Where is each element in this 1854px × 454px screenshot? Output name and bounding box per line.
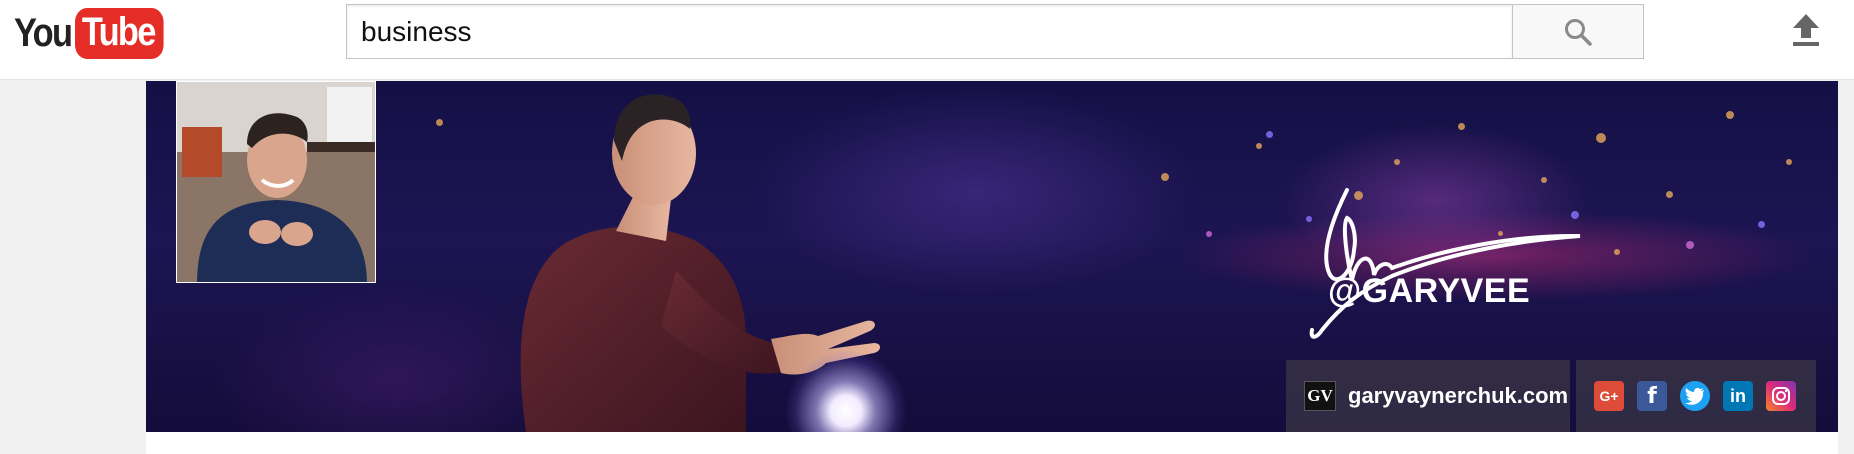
signature-logo bbox=[1309, 188, 1581, 339]
upload-icon bbox=[1793, 14, 1819, 46]
masthead: You Tube bbox=[0, 0, 1854, 80]
logo-you-text: You bbox=[14, 10, 73, 55]
twitter-bird-glyph bbox=[1685, 388, 1704, 405]
search-button[interactable] bbox=[1512, 4, 1644, 59]
youtube-logo[interactable]: You Tube bbox=[14, 4, 177, 62]
bokeh-light bbox=[1256, 143, 1262, 149]
bokeh-light bbox=[1758, 221, 1765, 228]
instagram-icon[interactable] bbox=[1766, 381, 1796, 411]
search-icon bbox=[1565, 18, 1592, 46]
bokeh-light bbox=[1666, 191, 1673, 198]
upload-button[interactable] bbox=[1786, 10, 1826, 50]
website-link[interactable]: GV garyvaynerchuk.com bbox=[1286, 360, 1570, 432]
social-links: G+ f in bbox=[1576, 360, 1816, 432]
facebook-glyph: f bbox=[1647, 383, 1657, 409]
bokeh-light bbox=[1596, 133, 1606, 143]
channel-content-area bbox=[146, 432, 1838, 454]
bokeh-light bbox=[1614, 249, 1620, 255]
instagram-camera-glyph bbox=[1772, 387, 1790, 405]
website-link-label: garyvaynerchuk.com bbox=[1348, 383, 1569, 408]
bokeh-light bbox=[436, 119, 443, 126]
linkedin-glyph: in bbox=[1730, 385, 1746, 406]
google-plus-glyph: G+ bbox=[1599, 388, 1619, 404]
gv-logo-icon: GV bbox=[1304, 381, 1336, 411]
bokeh-light bbox=[1266, 131, 1273, 138]
bokeh-light bbox=[1394, 159, 1400, 165]
bokeh-light bbox=[1161, 173, 1169, 181]
channel-handle: @GARYVEE bbox=[1328, 272, 1531, 310]
bokeh-light bbox=[1786, 159, 1792, 165]
bokeh-light bbox=[1726, 111, 1734, 119]
twitter-icon[interactable] bbox=[1680, 381, 1710, 411]
logo-tube-text: Tube bbox=[74, 7, 163, 59]
facebook-icon[interactable]: f bbox=[1637, 381, 1667, 411]
bokeh-light bbox=[1206, 231, 1212, 237]
bokeh-light bbox=[1686, 241, 1694, 249]
bokeh-light bbox=[1458, 123, 1465, 130]
avatar-photo bbox=[177, 82, 375, 282]
linkedin-icon[interactable]: in bbox=[1723, 381, 1753, 411]
scrollbar-track[interactable] bbox=[1838, 81, 1854, 454]
channel-avatar[interactable] bbox=[176, 81, 376, 283]
search-form bbox=[346, 4, 1644, 59]
guide-strip bbox=[0, 81, 146, 454]
google-plus-icon[interactable]: G+ bbox=[1594, 381, 1624, 411]
search-input[interactable] bbox=[346, 4, 1512, 59]
